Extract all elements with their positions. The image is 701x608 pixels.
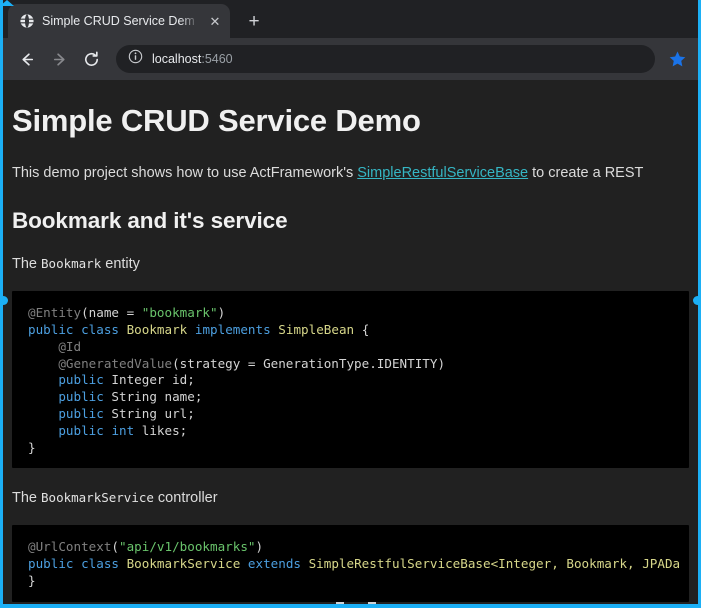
browser-tab[interactable]: Simple CRUD Service Dem ✕ [8,4,230,38]
code-token: public class [28,322,119,337]
code-token: public [58,423,104,438]
url-path: :5460 [201,52,232,66]
code-token: } [28,440,36,455]
site-info-icon[interactable] [128,49,143,69]
code-token: SimpleBean [278,322,354,337]
code-token: String name; [104,389,203,404]
code-token: ) [255,539,263,554]
code-token [187,322,195,337]
code-token: Bookmark [127,322,188,337]
page-title: Simple CRUD Service Demo [12,102,689,139]
entity-caption-after: entity [101,256,140,272]
bookmark-star-button[interactable] [663,45,691,73]
code-block-bookmark-service[interactable]: @UrlContext("api/v1/bookmarks") public c… [12,525,689,601]
code-token: @GeneratedValue [58,356,172,371]
service-caption-after: controller [154,490,218,506]
page-content: Simple CRUD Service Demo This demo proje… [12,80,689,602]
code-token [28,406,58,421]
code-token: SimpleRestfulServiceBase<Integer, Bookma… [309,556,681,571]
code-token [28,372,58,387]
code-token: public [58,406,104,421]
code-token: ( [111,539,119,554]
forward-button[interactable] [44,44,74,74]
star-icon [668,50,687,69]
intro-paragraph: This demo project shows how to use ActFr… [12,163,689,184]
url-host: localhost [152,52,201,66]
intro-text-before: This demo project shows how to use ActFr… [12,165,357,181]
code-token: Integer id; [104,372,195,387]
browser-chrome: Simple CRUD Service Dem ✕ + [0,0,701,80]
code-token [28,423,58,438]
page-viewport: Simple CRUD Service Demo This demo proje… [0,80,701,608]
code-token: ) [218,305,226,320]
code-token: String url; [104,406,195,421]
code-token: { [354,322,369,337]
code-token: int [111,423,134,438]
code-token [240,556,248,571]
browser-toolbar: localhost:5460 [0,38,701,80]
service-caption-code: BookmarkService [41,490,154,505]
arrow-left-icon [18,50,37,69]
entity-caption: The Bookmark entity [12,256,689,272]
code-token: public class [28,556,119,571]
code-token: "bookmark" [142,305,218,320]
code-token: "api/v1/bookmarks" [119,539,255,554]
code-token [28,356,58,371]
code-token: public [58,389,104,404]
code-token [119,322,127,337]
code-token: } [28,573,36,588]
close-icon[interactable]: ✕ [206,12,224,30]
code-token [301,556,309,571]
service-caption: The BookmarkService controller [12,490,689,506]
new-tab-button[interactable]: + [240,7,268,35]
code-token: @UrlContext [28,539,111,554]
code-token [28,339,58,354]
intro-text-after: to create a REST [528,165,643,181]
code-token: likes; [134,423,187,438]
tab-title: Simple CRUD Service Dem [42,13,199,29]
code-token: @Id [58,339,81,354]
entity-caption-before: The [12,256,41,272]
code-token [28,389,58,404]
arrow-right-icon [50,50,69,69]
reload-icon [82,50,101,69]
code-token: implements [195,322,271,337]
code-block-bookmark-entity[interactable]: @Entity(name = "bookmark") public class … [12,291,689,468]
tab-strip: Simple CRUD Service Dem ✕ + [0,0,701,38]
url-text: localhost:5460 [152,45,233,73]
globe-icon [19,13,35,29]
address-bar[interactable]: localhost:5460 [116,45,655,73]
code-token [119,556,127,571]
code-token: BookmarkService [127,556,241,571]
service-caption-before: The [12,490,41,506]
back-button[interactable] [12,44,42,74]
entity-caption-code: Bookmark [41,256,101,271]
code-token: public [58,372,104,387]
code-token: (name = [81,305,142,320]
code-token: @Entity [28,305,81,320]
code-token: (strategy = GenerationType.IDENTITY) [172,356,445,371]
reload-button[interactable] [76,44,106,74]
section-heading: Bookmark and it's service [12,208,689,234]
simple-restful-service-base-link[interactable]: SimpleRestfulServiceBase [357,165,528,181]
code-token: extends [248,556,301,571]
